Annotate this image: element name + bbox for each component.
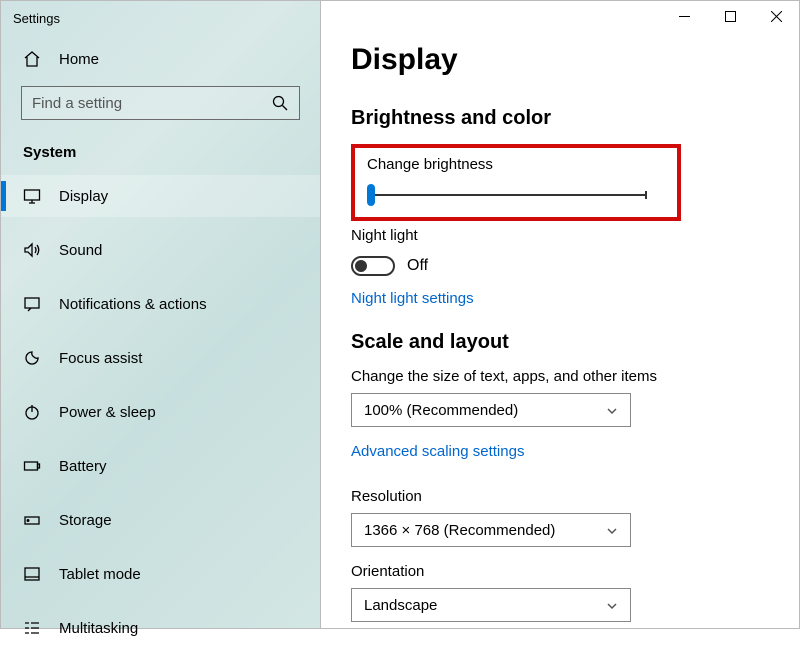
storage-icon xyxy=(23,511,41,529)
sidebar-item-focus-assist[interactable]: Focus assist xyxy=(1,337,320,379)
display-icon xyxy=(23,187,41,205)
sidebar-item-label: Focus assist xyxy=(59,350,142,367)
settings-window: Settings Home System Display So xyxy=(0,0,800,629)
battery-icon xyxy=(23,457,41,475)
sidebar-item-label: Multitasking xyxy=(59,620,138,637)
sidebar-item-label: Display xyxy=(59,188,108,205)
sidebar-item-battery[interactable]: Battery xyxy=(1,445,320,487)
window-controls xyxy=(661,1,799,31)
advanced-scaling-link[interactable]: Advanced scaling settings xyxy=(351,443,524,460)
home-icon xyxy=(23,50,41,68)
scale-group: Change the size of text, apps, and other… xyxy=(351,368,799,427)
multitasking-icon xyxy=(23,619,41,637)
brightness-label: Change brightness xyxy=(367,156,665,181)
sidebar-item-label: Notifications & actions xyxy=(59,296,207,313)
brightness-slider[interactable] xyxy=(367,185,647,205)
resolution-dropdown[interactable]: 1366 × 768 (Recommended) xyxy=(351,513,631,547)
chevron-down-icon xyxy=(606,404,618,416)
sidebar-item-label: Power & sleep xyxy=(59,404,156,421)
slider-track-line xyxy=(367,194,647,196)
close-button[interactable] xyxy=(753,1,799,31)
resolution-label: Resolution xyxy=(351,488,799,513)
night-light-settings-link[interactable]: Night light settings xyxy=(351,290,474,307)
home-label: Home xyxy=(59,51,99,68)
chevron-down-icon xyxy=(606,524,618,536)
night-light-group: Night light Off xyxy=(351,227,799,276)
brightness-highlight: Change brightness xyxy=(351,144,681,221)
sidebar-item-label: Storage xyxy=(59,512,112,529)
resolution-value: 1366 × 768 (Recommended) xyxy=(364,522,555,539)
night-light-toggle[interactable] xyxy=(351,256,395,276)
sidebar-item-storage[interactable]: Storage xyxy=(1,499,320,541)
maximize-button[interactable] xyxy=(707,1,753,31)
sidebar-item-sound[interactable]: Sound xyxy=(1,229,320,271)
notifications-icon xyxy=(23,295,41,313)
sidebar-nav: Display Sound Notifications & actions Fo… xyxy=(1,175,320,649)
sidebar-item-power-sleep[interactable]: Power & sleep xyxy=(1,391,320,433)
sidebar: Settings Home System Display So xyxy=(1,1,321,628)
sidebar-item-display[interactable]: Display xyxy=(1,175,320,217)
sidebar-item-tablet-mode[interactable]: Tablet mode xyxy=(1,553,320,595)
sound-icon xyxy=(23,241,41,259)
minimize-button[interactable] xyxy=(661,1,707,31)
scale-value: 100% (Recommended) xyxy=(364,402,518,419)
search-container xyxy=(1,86,320,136)
sidebar-item-notifications[interactable]: Notifications & actions xyxy=(1,283,320,325)
tablet-icon xyxy=(23,565,41,583)
orientation-group: Orientation Landscape xyxy=(351,563,799,622)
brightness-section-title: Brightness and color xyxy=(351,101,799,144)
sidebar-item-label: Tablet mode xyxy=(59,566,141,583)
search-input[interactable] xyxy=(21,86,300,120)
slider-thumb[interactable] xyxy=(367,184,375,206)
main-panel: Display Brightness and color Change brig… xyxy=(321,1,799,628)
scale-label: Change the size of text, apps, and other… xyxy=(351,368,799,393)
orientation-dropdown[interactable]: Landscape xyxy=(351,588,631,622)
scale-section-title: Scale and layout xyxy=(351,325,799,368)
search-field[interactable] xyxy=(32,95,271,112)
orientation-label: Orientation xyxy=(351,563,799,588)
night-light-state: Off xyxy=(407,257,428,275)
sidebar-item-label: Battery xyxy=(59,458,107,475)
window-title: Settings xyxy=(1,1,320,34)
home-button[interactable]: Home xyxy=(1,34,320,86)
resolution-group: Resolution 1366 × 768 (Recommended) xyxy=(351,488,799,547)
sidebar-section-title: System xyxy=(1,136,320,175)
scale-dropdown[interactable]: 100% (Recommended) xyxy=(351,393,631,427)
search-icon xyxy=(271,94,289,112)
power-icon xyxy=(23,403,41,421)
orientation-value: Landscape xyxy=(364,597,437,614)
focus-assist-icon xyxy=(23,349,41,367)
sidebar-item-label: Sound xyxy=(59,242,102,259)
night-light-label: Night light xyxy=(351,227,799,252)
chevron-down-icon xyxy=(606,599,618,611)
sidebar-item-multitasking[interactable]: Multitasking xyxy=(1,607,320,649)
